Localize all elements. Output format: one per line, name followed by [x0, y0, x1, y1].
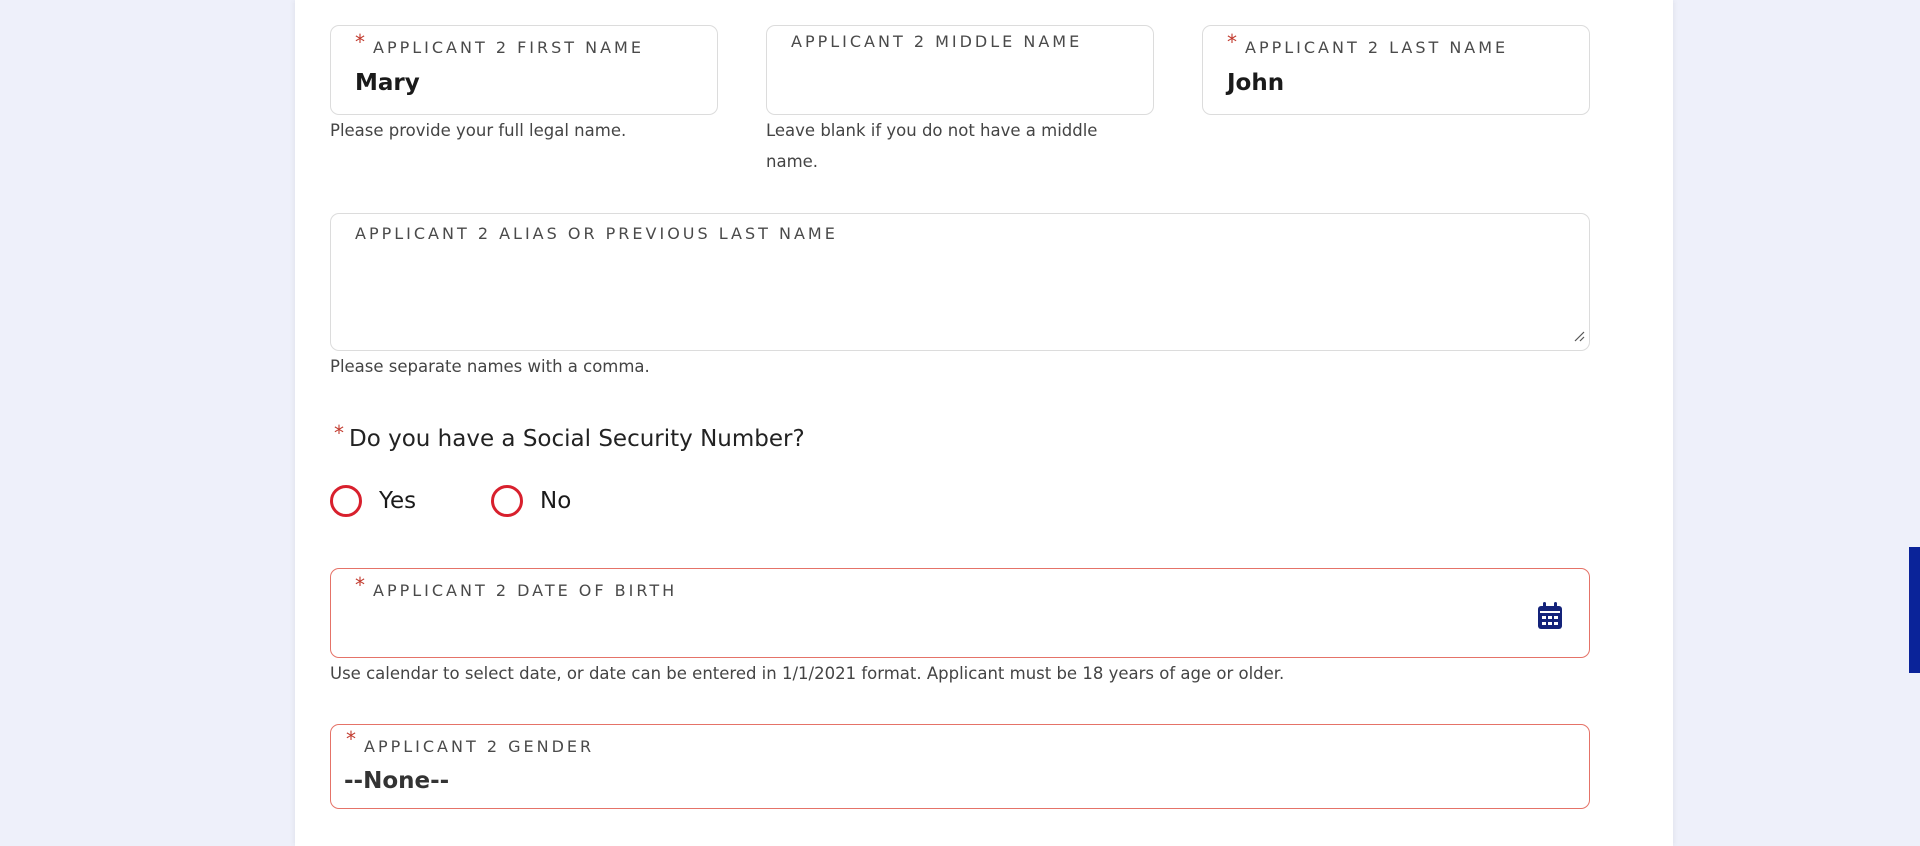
alias-help: Please separate names with a comma. — [330, 357, 650, 376]
ssn-no-radio[interactable] — [491, 485, 523, 517]
ssn-question: Do you have a Social Security Number? — [349, 426, 805, 452]
middle-name-field[interactable]: APPLICANT 2 MIDDLE NAME — [766, 25, 1154, 115]
ssn-no-label[interactable]: No — [540, 488, 571, 514]
dob-field[interactable]: * APPLICANT 2 DATE OF BIRTH — [330, 568, 1590, 658]
required-asterisk: * — [1227, 30, 1237, 54]
dob-label: APPLICANT 2 DATE OF BIRTH — [373, 581, 678, 600]
ssn-yes-radio[interactable] — [330, 485, 362, 517]
middle-name-label: APPLICANT 2 MIDDLE NAME — [791, 32, 1083, 51]
required-asterisk: * — [355, 30, 365, 54]
first-name-field[interactable]: * APPLICANT 2 FIRST NAME Mary — [330, 25, 718, 115]
middle-name-help-line1: Leave blank if you do not have a middle — [766, 121, 1098, 140]
resize-handle-icon[interactable] — [1573, 330, 1585, 342]
calendar-icon[interactable] — [1537, 602, 1563, 630]
first-name-help: Please provide your full legal name. — [330, 121, 627, 140]
required-asterisk: * — [334, 421, 344, 445]
required-asterisk: * — [346, 727, 356, 751]
dob-help: Use calendar to select date, or date can… — [330, 664, 1285, 683]
middle-name-help-line2: name. — [766, 152, 819, 171]
alias-textarea[interactable]: APPLICANT 2 ALIAS OR PREVIOUS LAST NAME — [330, 213, 1590, 351]
last-name-field[interactable]: * APPLICANT 2 LAST NAME John — [1202, 25, 1590, 115]
gender-label: APPLICANT 2 GENDER — [364, 737, 595, 756]
form-page: * APPLICANT 2 FIRST NAME Mary Please pro… — [295, 0, 1673, 846]
first-name-value[interactable]: Mary — [355, 70, 420, 96]
first-name-label: APPLICANT 2 FIRST NAME — [373, 38, 644, 57]
gender-select[interactable]: * APPLICANT 2 GENDER --None-- — [330, 724, 1590, 809]
last-name-label: APPLICANT 2 LAST NAME — [1245, 38, 1509, 57]
gender-selected-value[interactable]: --None-- — [344, 768, 449, 794]
ssn-yes-label[interactable]: Yes — [379, 488, 416, 514]
alias-label: APPLICANT 2 ALIAS OR PREVIOUS LAST NAME — [355, 224, 838, 243]
scrollbar-thumb[interactable] — [1909, 547, 1920, 673]
required-asterisk: * — [355, 573, 365, 597]
last-name-value[interactable]: John — [1227, 70, 1284, 96]
